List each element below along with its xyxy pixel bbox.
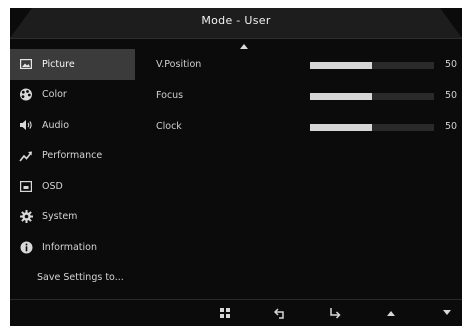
- setting-value: 50: [445, 121, 458, 132]
- level-bar[interactable]: [310, 124, 434, 131]
- setting-row-v-position[interactable]: V.Position 50: [156, 59, 462, 73]
- back-icon[interactable]: [272, 305, 288, 321]
- color-palette-icon: [19, 88, 33, 102]
- level-bar-fill: [310, 62, 372, 69]
- sidebar-item-osd[interactable]: OSD: [10, 171, 135, 202]
- sidebar-item-label: Audio: [42, 119, 70, 131]
- sidebar-item-information[interactable]: Information: [10, 232, 135, 263]
- setting-label: V.Position: [156, 59, 202, 70]
- setting-value: 50: [445, 59, 458, 70]
- sidebar-item-audio[interactable]: Audio: [10, 110, 135, 141]
- speaker-icon: [19, 118, 33, 132]
- setting-row-focus[interactable]: Focus 50: [156, 90, 462, 104]
- sidebar-item-label: Performance: [42, 150, 103, 162]
- enter-icon[interactable]: [327, 305, 343, 321]
- down-arrow-icon[interactable]: [439, 305, 455, 321]
- sidebar-item-color[interactable]: Color: [10, 80, 135, 111]
- menu-grid-icon[interactable]: [217, 305, 233, 321]
- scroll-up-indicator: [240, 44, 248, 49]
- level-bar[interactable]: [310, 62, 434, 69]
- header-bar: Mode - User: [10, 8, 462, 39]
- footer-button-bar: [10, 299, 462, 326]
- save-settings-item[interactable]: Save Settings to...: [10, 263, 135, 294]
- sidebar-item-picture[interactable]: Picture: [10, 49, 135, 80]
- sidebar-menu: Picture Color Audio Performance OSD Syst…: [10, 49, 135, 293]
- sidebar-item-label: System: [42, 211, 78, 223]
- level-bar-fill: [310, 93, 372, 100]
- sidebar-item-system[interactable]: System: [10, 202, 135, 233]
- setting-label: Focus: [156, 90, 184, 101]
- mode-title: Mode - User: [201, 14, 271, 27]
- osd-icon: [19, 179, 33, 193]
- setting-row-clock[interactable]: Clock 50: [156, 121, 462, 135]
- setting-label: Clock: [156, 121, 182, 132]
- level-bar[interactable]: [310, 93, 434, 100]
- osd-menu: Mode - User Picture Color Audio Performa…: [10, 8, 462, 326]
- level-bar-fill: [310, 124, 372, 131]
- sidebar-item-performance[interactable]: Performance: [10, 141, 135, 172]
- sidebar-item-label: Color: [42, 89, 67, 101]
- sidebar-item-label: Picture: [42, 58, 75, 70]
- performance-arrow-icon: [19, 149, 33, 163]
- info-icon: [19, 240, 33, 254]
- save-settings-label: Save Settings to...: [37, 272, 124, 284]
- setting-value: 50: [445, 90, 458, 101]
- gear-icon: [19, 210, 33, 224]
- sidebar-item-label: OSD: [42, 180, 63, 192]
- picture-icon: [19, 57, 33, 71]
- up-arrow-icon[interactable]: [383, 305, 399, 321]
- sidebar-item-label: Information: [42, 241, 97, 253]
